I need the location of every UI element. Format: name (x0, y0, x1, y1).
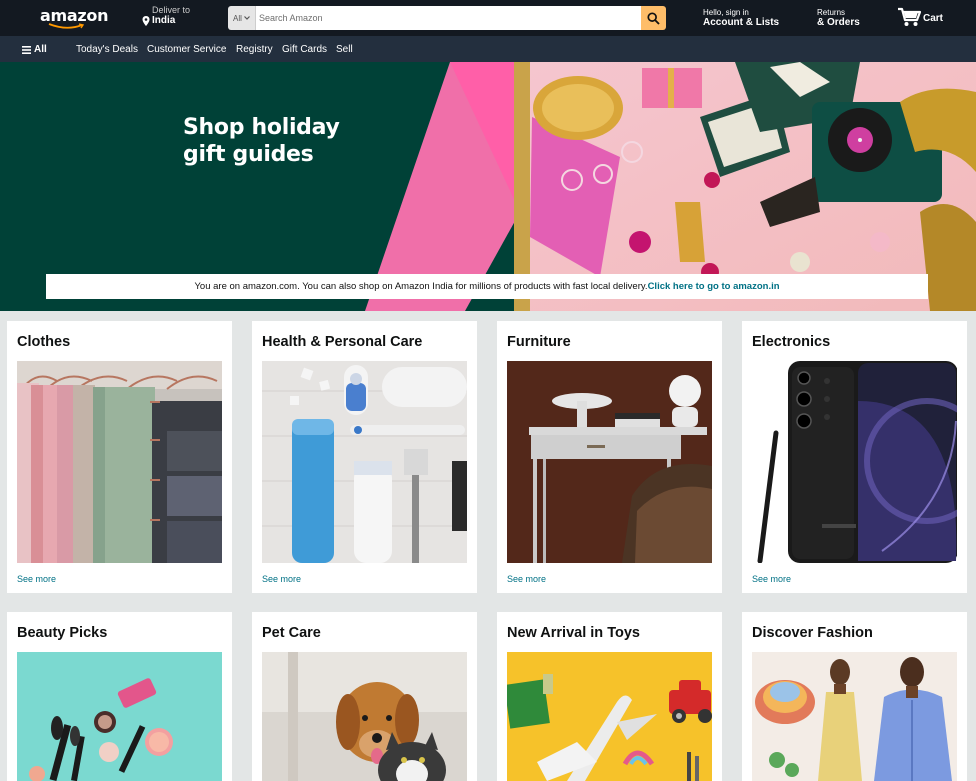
hero-title-line2: gift guides (183, 142, 314, 167)
electronics-image (752, 361, 957, 563)
card-image-fashion[interactable] (752, 652, 957, 781)
card-image-health[interactable] (262, 361, 467, 563)
see-more-link[interactable]: See more (752, 574, 791, 584)
nav-registry[interactable]: Registry (236, 44, 273, 55)
card-title: Health & Personal Care (262, 334, 423, 350)
deliver-to-location-text: India (152, 15, 176, 26)
hero-carousel[interactable]: Shop holiday gift guides You are on amaz… (0, 62, 976, 311)
card-image-toys[interactable] (507, 652, 712, 781)
furniture-image (507, 361, 712, 563)
card-image-clothes[interactable] (17, 361, 222, 563)
cart-button[interactable]: Cart (897, 7, 943, 27)
search-category-label: All (233, 13, 242, 23)
card-title: Pet Care (262, 625, 321, 641)
hamburger-menu-icon (22, 45, 31, 54)
search-icon (647, 11, 660, 25)
search-button[interactable] (641, 6, 666, 30)
see-more-link[interactable]: See more (17, 574, 56, 584)
nav-sell[interactable]: Sell (336, 44, 353, 55)
all-menu-label: All (34, 44, 47, 55)
pet-care-image (262, 652, 467, 781)
amazon-smile-icon (48, 23, 85, 29)
health-image (262, 361, 467, 563)
chevron-down-icon (244, 16, 250, 20)
cart-label: Cart (923, 13, 944, 24)
category-card-electronics[interactable]: Electronics See more (742, 321, 967, 593)
hero-title: Shop holiday gift guides (183, 114, 340, 168)
location-pin-icon (142, 15, 150, 26)
search-category-dropdown[interactable]: All (228, 6, 256, 30)
region-redirect-banner: You are on amazon.com. You can also shop… (46, 274, 928, 299)
fashion-image (752, 652, 957, 781)
card-title: Clothes (17, 334, 71, 350)
toys-image (507, 652, 712, 781)
search-input[interactable] (256, 6, 641, 30)
category-card-fashion[interactable]: Discover Fashion (742, 612, 967, 781)
see-more-link[interactable]: See more (507, 574, 546, 584)
orders-label: & Orders (817, 17, 860, 28)
category-card-toys[interactable]: New Arrival in Toys (497, 612, 722, 781)
deliver-to-label: Deliver to (152, 5, 191, 15)
card-image-electronics[interactable] (752, 361, 957, 563)
card-title: Furniture (507, 334, 571, 350)
nav-customer-service[interactable]: Customer Service (147, 44, 226, 55)
account-greeting: Hello, sign in (703, 8, 749, 17)
card-image-pet-care[interactable] (262, 652, 467, 781)
card-title: Electronics (752, 334, 831, 350)
returns-label: Returns (817, 8, 846, 17)
account-and-lists[interactable]: Hello, sign in Account & Lists (703, 8, 779, 29)
nav-gift-cards[interactable]: Gift Cards (282, 44, 327, 55)
nav-todays-deals[interactable]: Today's Deals (76, 44, 138, 55)
category-card-pet-care[interactable]: Pet Care (252, 612, 477, 781)
hero-title-line1: Shop holiday (183, 115, 340, 140)
account-label: Account & Lists (703, 17, 780, 28)
card-image-beauty[interactable] (17, 652, 222, 781)
card-title: Discover Fashion (752, 625, 873, 641)
card-title: New Arrival in Toys (507, 625, 640, 641)
all-menu-button[interactable]: All (22, 44, 47, 55)
amazon-india-link[interactable]: Click here to go to amazon.in (648, 281, 780, 292)
see-more-link[interactable]: See more (262, 574, 301, 584)
top-navigation-bar: amazon Deliver to India All H (0, 0, 976, 36)
clothes-image (17, 361, 222, 563)
cart-icon (898, 7, 921, 26)
amazon-logo[interactable]: amazon (40, 6, 108, 32)
sub-navigation-bar: All Today's Deals Customer Service Regis… (0, 36, 976, 62)
card-title: Beauty Picks (17, 625, 108, 641)
beauty-image (17, 652, 222, 781)
returns-and-orders[interactable]: Returns & Orders (817, 8, 860, 29)
category-card-furniture[interactable]: Furniture See more (497, 321, 722, 593)
deliver-to-location[interactable]: Deliver to India (142, 5, 190, 26)
category-card-clothes[interactable]: Clothes See more (7, 321, 232, 593)
search-bar: All (228, 6, 666, 30)
category-card-health[interactable]: Health & Personal Care See more (252, 321, 477, 593)
card-image-furniture[interactable] (507, 361, 712, 563)
banner-text: You are on amazon.com. You can also shop… (194, 281, 648, 292)
category-card-beauty[interactable]: Beauty Picks (7, 612, 232, 781)
